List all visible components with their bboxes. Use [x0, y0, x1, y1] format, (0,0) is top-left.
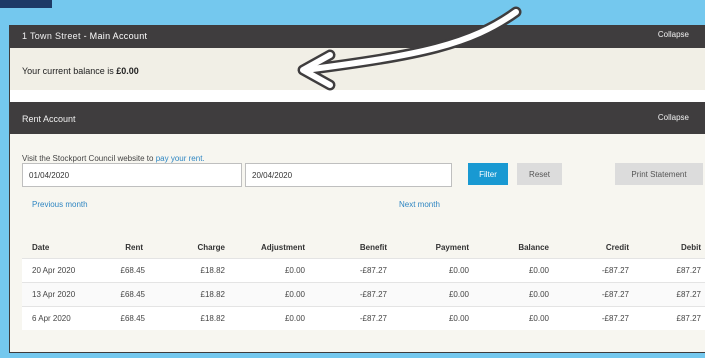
- visit-prefix: Visit the Stockport Council website to: [22, 154, 154, 163]
- column-header-charge: Charge: [197, 243, 225, 252]
- column-header-date: Date: [32, 243, 50, 252]
- column-header-balance: Balance: [518, 243, 549, 252]
- previous-month-link[interactable]: Previous month: [32, 200, 88, 209]
- reset-button[interactable]: Reset: [517, 163, 562, 185]
- cell-benefit: -£87.27: [359, 314, 387, 323]
- cell-debit: £87.27: [676, 266, 701, 275]
- filter-button[interactable]: Filter: [468, 163, 508, 185]
- rent-account-title: Rent Account: [22, 114, 76, 124]
- rent-account-header: Rent Account Collapse: [10, 102, 705, 134]
- pay-rent-link[interactable]: pay your rent.: [156, 154, 205, 163]
- cell-benefit: -£87.27: [359, 290, 387, 299]
- address-label: 1 Town Street: [22, 31, 81, 41]
- cell-payment: £0.00: [448, 266, 469, 275]
- balance-text: Your current balance is £0.00: [22, 66, 139, 76]
- cell-adjustment: £0.00: [284, 266, 305, 275]
- from-date-input[interactable]: [22, 163, 242, 187]
- cell-benefit: -£87.27: [359, 266, 387, 275]
- main-account-header: 1 Town Street - Main Account Collapse: [10, 26, 705, 48]
- cell-credit: -£87.27: [601, 314, 629, 323]
- balance-row: Your current balance is £0.00: [10, 48, 705, 90]
- visit-text: Visit the Stockport Council website to p…: [22, 154, 205, 163]
- cell-date: 20 Apr 2020: [32, 266, 76, 275]
- column-header-debit: Debit: [681, 243, 701, 252]
- main-collapse-button[interactable]: Collapse: [658, 30, 689, 39]
- column-header-credit: Credit: [605, 243, 629, 252]
- cell-adjustment: £0.00: [284, 290, 305, 299]
- balance-prefix: Your current balance is: [22, 66, 114, 76]
- cell-payment: £0.00: [448, 290, 469, 299]
- rent-account-body: Visit the Stockport Council website to p…: [10, 134, 705, 352]
- column-header-benefit: Benefit: [359, 243, 387, 252]
- cell-rent: £68.45: [120, 290, 145, 299]
- rent-collapse-button[interactable]: Collapse: [658, 113, 689, 122]
- cell-charge: £18.82: [200, 266, 225, 275]
- cell-credit: -£87.27: [601, 266, 629, 275]
- cell-payment: £0.00: [448, 314, 469, 323]
- cell-rent: £68.45: [120, 266, 145, 275]
- column-header-payment: Payment: [435, 243, 469, 252]
- table-row: 20 Apr 2020 £68.45 £18.82 £0.00 -£87.27 …: [22, 258, 705, 282]
- cell-charge: £18.82: [200, 314, 225, 323]
- cell-date: 13 Apr 2020: [32, 290, 76, 299]
- cell-balance: £0.00: [528, 266, 549, 275]
- cell-adjustment: £0.00: [284, 314, 305, 323]
- print-statement-button[interactable]: Print Statement: [615, 163, 703, 185]
- cell-balance: £0.00: [528, 314, 549, 323]
- cell-date: 6 Apr 2020: [32, 314, 71, 323]
- main-account-label: - Main Account: [83, 31, 148, 41]
- separator-strip: [10, 90, 705, 102]
- next-month-link[interactable]: Next month: [399, 200, 440, 209]
- account-card: 1 Town Street - Main Account Collapse Yo…: [10, 26, 705, 352]
- column-header-rent: Rent: [125, 243, 143, 252]
- cell-balance: £0.00: [528, 290, 549, 299]
- table-header: Date Rent Charge Adjustment Benefit Paym…: [22, 236, 705, 258]
- main-account-title: 1 Town Street - Main Account: [22, 31, 147, 41]
- cell-debit: £87.27: [676, 314, 701, 323]
- column-header-adjustment: Adjustment: [261, 243, 305, 252]
- cell-credit: -£87.27: [601, 290, 629, 299]
- transactions-table: Date Rent Charge Adjustment Benefit Paym…: [22, 236, 705, 336]
- balance-value: £0.00: [116, 66, 139, 76]
- to-date-input[interactable]: [245, 163, 452, 187]
- corner-block: [0, 0, 52, 8]
- cell-charge: £18.82: [200, 290, 225, 299]
- cell-rent: £68.45: [120, 314, 145, 323]
- table-row: 6 Apr 2020 £68.45 £18.82 £0.00 -£87.27 £…: [22, 306, 705, 330]
- cell-debit: £87.27: [676, 290, 701, 299]
- table-row: 13 Apr 2020 £68.45 £18.82 £0.00 -£87.27 …: [22, 282, 705, 306]
